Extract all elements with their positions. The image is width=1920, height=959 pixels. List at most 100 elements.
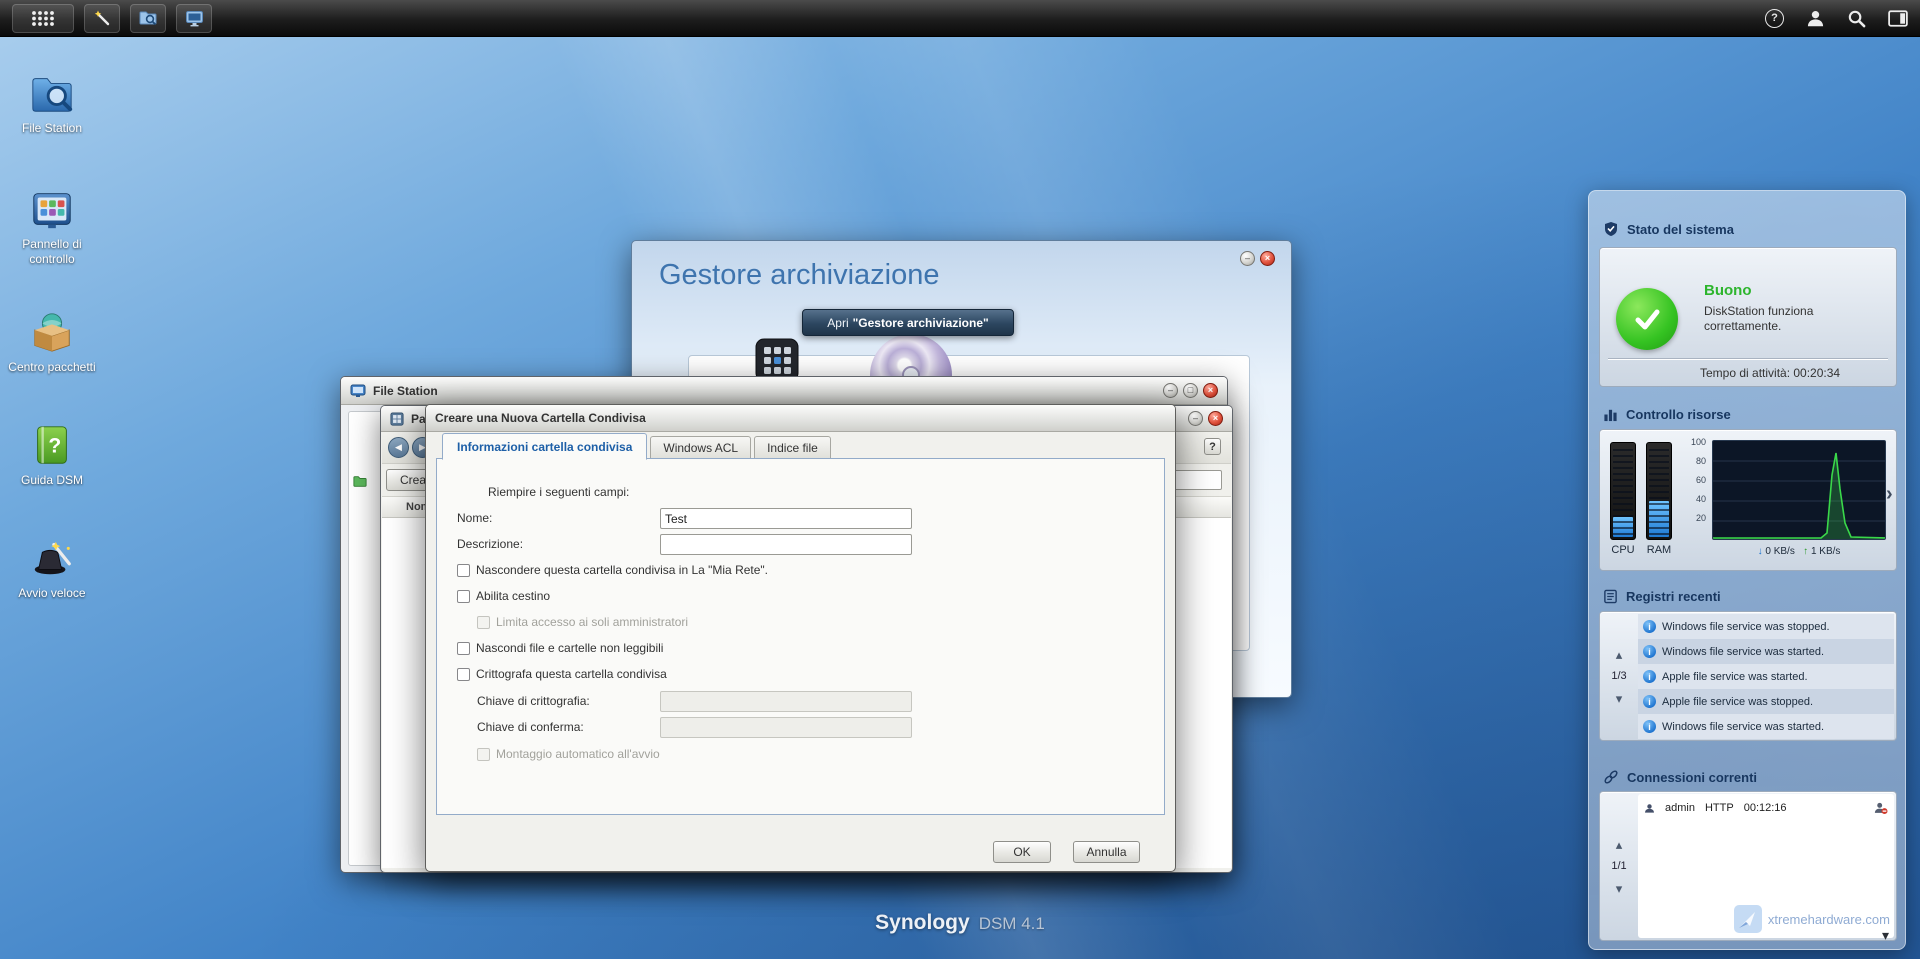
connections-page-down-icon[interactable]: ▾ xyxy=(1616,882,1623,895)
main-menu-button[interactable] xyxy=(12,4,74,33)
quick-launch-button[interactable] xyxy=(84,4,120,33)
minimize-button[interactable]: – xyxy=(1240,251,1255,266)
brand-name: Synology xyxy=(875,911,970,935)
log-row[interactable]: i Windows file service was stopped. xyxy=(1638,614,1894,639)
log-list-icon xyxy=(1603,589,1618,604)
system-status-box: Buono DiskStation funziona correttamente… xyxy=(1599,247,1897,387)
hide-network-checkbox[interactable] xyxy=(457,564,470,577)
widget-panel: Stato del sistema Buono DiskStation funz… xyxy=(1588,190,1906,950)
encrypt-label: Crittografa questa cartella condivisa xyxy=(476,667,667,681)
status-value: Buono xyxy=(1704,282,1751,299)
hide-unreadable-checkbox[interactable] xyxy=(457,642,470,655)
connections-page-number: 1/1 xyxy=(1611,861,1626,872)
cancel-button[interactable]: Annulla xyxy=(1073,841,1140,863)
quick-start-icon xyxy=(29,535,75,581)
description-label: Descrizione: xyxy=(457,537,523,551)
file-station-title: File Station xyxy=(373,384,438,398)
download-rate: 0 KB/s xyxy=(1765,546,1794,557)
desktop-icon-control-panel[interactable]: Pannello di controllo xyxy=(6,186,98,267)
current-connections-header-label: Connessioni correnti xyxy=(1627,770,1757,785)
user-icon[interactable] xyxy=(1806,9,1825,28)
desktop-icon-label: File Station xyxy=(22,121,82,136)
tab-file-index[interactable]: Indice file xyxy=(754,436,831,460)
cpu-label: CPU xyxy=(1610,544,1636,556)
magic-wand-icon xyxy=(93,9,111,27)
automount-checkbox xyxy=(477,748,490,761)
user-row-icon xyxy=(1644,803,1655,814)
close-button[interactable]: × xyxy=(1260,251,1275,266)
resources-expand-chevron[interactable]: › xyxy=(1886,483,1893,506)
package-center-icon xyxy=(29,309,75,355)
tick-60: 60 xyxy=(1684,476,1706,485)
connection-user: admin xyxy=(1665,802,1695,814)
encryption-key-input xyxy=(660,691,912,712)
connections-page-up-icon[interactable]: ▴ xyxy=(1616,838,1623,851)
recycle-bin-checkbox[interactable] xyxy=(457,590,470,603)
help-button[interactable]: ? xyxy=(1204,438,1221,455)
tick-100: 100 xyxy=(1684,438,1706,447)
connection-row[interactable]: admin HTTP 00:12:16 xyxy=(1644,799,1888,817)
close-button[interactable]: × xyxy=(1208,411,1223,426)
hide-network-label: Nascondere questa cartella condivisa in … xyxy=(476,563,768,577)
system-status-header-label: Stato del sistema xyxy=(1627,222,1734,237)
back-button[interactable]: ◀ xyxy=(388,437,409,458)
control-panel-icon xyxy=(29,186,75,232)
log-row[interactable]: i Windows file service was started. xyxy=(1638,639,1894,664)
desktop-icon-file-station[interactable]: File Station xyxy=(6,70,98,136)
open-button-target: "Gestore archiviazione" xyxy=(853,316,989,330)
admin-only-checkbox xyxy=(477,616,490,629)
search-icon[interactable] xyxy=(1847,9,1866,28)
kick-connection-icon[interactable] xyxy=(1874,801,1888,815)
watermark-rocket-icon xyxy=(1733,904,1763,934)
maximize-button[interactable]: □ xyxy=(1183,383,1198,398)
help-icon[interactable]: ? xyxy=(1765,9,1784,28)
control-panel-window-controls: – × xyxy=(1188,411,1223,426)
download-arrow-icon: ↓ xyxy=(1758,546,1763,557)
tab-windows-acl[interactable]: Windows ACL xyxy=(650,436,751,460)
log-row[interactable]: i Apple file service was stopped. xyxy=(1638,689,1894,714)
desktop-icon-quick-start[interactable]: Avvio veloce xyxy=(6,535,98,601)
current-connections-box: ▴ 1/1 ▾ admin HTTP 00:12:16 xyxy=(1599,791,1897,941)
minimize-button[interactable]: – xyxy=(1188,411,1203,426)
system-status-header: Stato del sistema xyxy=(1603,221,1734,237)
minimize-button[interactable]: – xyxy=(1163,383,1178,398)
desktop-icon-dsm-help[interactable]: ? Guida DSM xyxy=(6,422,98,488)
description-input[interactable] xyxy=(660,534,912,555)
ok-button[interactable]: OK xyxy=(993,841,1051,863)
watermark: xtremehardware.com xyxy=(1733,904,1890,934)
name-input[interactable] xyxy=(660,508,912,529)
logs-page-down-icon[interactable]: ▾ xyxy=(1616,692,1623,705)
taskbar-file-station-button[interactable] xyxy=(130,4,166,33)
desktop-icon-label: Centro pacchetti xyxy=(8,360,95,375)
resource-monitor-box: CPU RAM 100 80 60 40 20 ↓ 0 KB/s ↑ 1 KB/… xyxy=(1599,429,1897,571)
dialog-instruction: Riempire i seguenti campi: xyxy=(488,485,629,499)
name-label: Nome: xyxy=(457,511,492,525)
uptime-text: Tempo di attività: 00:20:34 xyxy=(1700,366,1840,380)
log-row[interactable]: i Windows file service was started. xyxy=(1638,714,1894,739)
logs-pager: ▴ 1/3 ▾ xyxy=(1600,612,1638,740)
main-menu-grid-icon xyxy=(30,9,56,27)
hide-unreadable-label: Nascondi file e cartelle non leggibili xyxy=(476,641,663,655)
file-station-task-icon xyxy=(139,10,158,26)
widget-panel-toggle-icon[interactable] xyxy=(1888,10,1908,27)
taskbar-storage-manager-button[interactable] xyxy=(176,4,212,33)
tab-shared-folder-info[interactable]: Informazioni cartella condivisa xyxy=(442,433,647,460)
tick-20: 20 xyxy=(1684,514,1706,523)
connection-protocol: HTTP xyxy=(1705,802,1734,814)
confirm-key-input xyxy=(660,717,912,738)
storage-manager-window-controls: – × xyxy=(1240,251,1275,266)
divider xyxy=(1608,358,1888,359)
file-station-titlebar: File Station – □ × xyxy=(341,377,1227,405)
dialog-title: Creare una Nuova Cartella Condivisa xyxy=(435,411,646,425)
close-button[interactable]: × xyxy=(1203,383,1218,398)
log-row[interactable]: i Apple file service was started. xyxy=(1638,664,1894,689)
open-storage-manager-button[interactable]: Apri "Gestore archiviazione" xyxy=(802,309,1014,336)
status-message-line2: correttamente. xyxy=(1704,319,1781,333)
logs-page-up-icon[interactable]: ▴ xyxy=(1616,648,1623,661)
status-ok-icon xyxy=(1616,288,1678,350)
encrypt-checkbox[interactable] xyxy=(457,668,470,681)
info-icon: i xyxy=(1643,720,1656,733)
panel-scroll-down-icon[interactable]: ▾ xyxy=(1882,927,1889,944)
desktop-icon-package-center[interactable]: Centro pacchetti xyxy=(6,309,98,375)
ram-gauge xyxy=(1646,442,1672,540)
